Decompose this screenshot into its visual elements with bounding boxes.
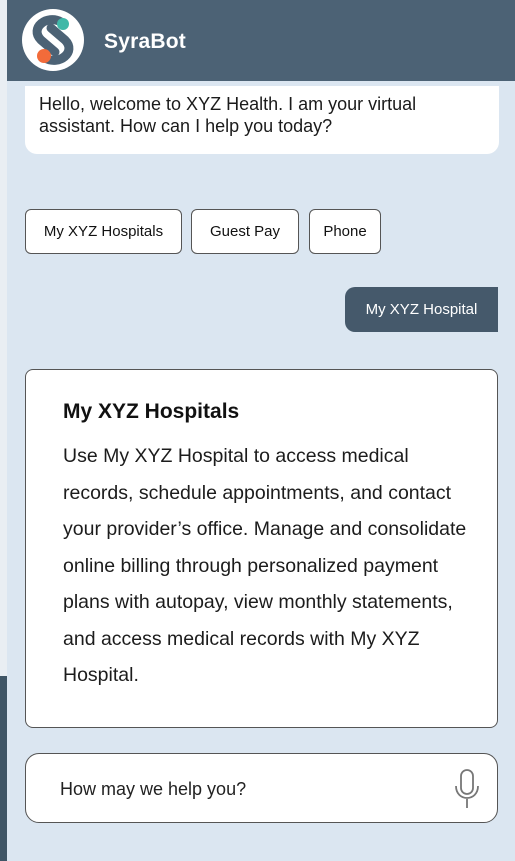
quick-reply-my-xyz-hospitals[interactable]: My XYZ Hospitals <box>25 209 182 254</box>
syrabot-logo-icon <box>22 9 84 71</box>
message-composer <box>25 753 498 823</box>
chat-window: SyraBot Hello, welcome to XYZ Health. I … <box>7 0 515 861</box>
chat-header: SyraBot <box>7 0 515 81</box>
info-card: My XYZ Hospitals Use My XYZ Hospital to … <box>25 369 498 728</box>
quick-reply-phone[interactable]: Phone <box>309 209 381 254</box>
quick-reply-guest-pay[interactable]: Guest Pay <box>191 209 299 254</box>
microphone-icon[interactable] <box>453 768 481 810</box>
message-input[interactable] <box>58 776 422 802</box>
info-card-title: My XYZ Hospitals <box>63 400 240 423</box>
bot-name: SyraBot <box>104 30 186 53</box>
user-message: My XYZ Hospital <box>345 287 498 332</box>
bot-message: Hello, welcome to XYZ Health. I am your … <box>25 86 499 154</box>
info-card-body: Use My XYZ Hospital to access medical re… <box>63 445 467 686</box>
